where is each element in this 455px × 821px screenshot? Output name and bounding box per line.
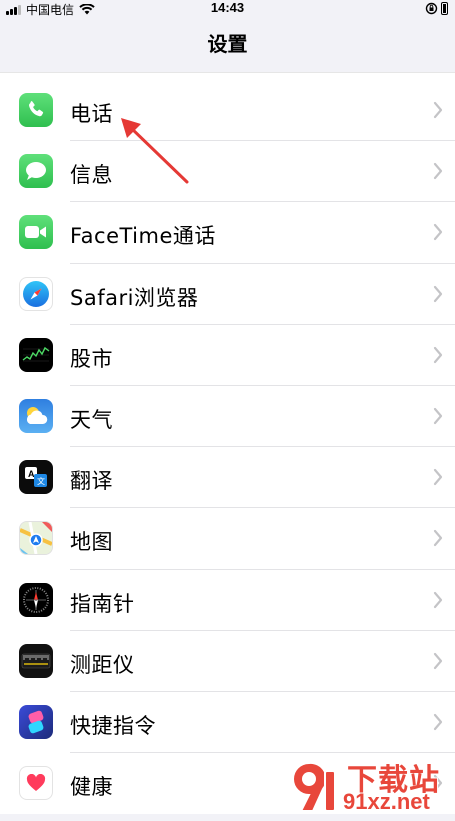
compass-icon — [19, 582, 53, 617]
chevron-right-icon — [433, 591, 443, 608]
battery-icon — [441, 2, 448, 15]
settings-item-weather[interactable]: 天气 — [0, 386, 455, 448]
chevron-right-icon — [433, 285, 443, 302]
maps-icon — [19, 521, 53, 556]
settings-item-messages[interactable]: 信息 — [0, 141, 455, 203]
settings-item-label: FaceTime通话 — [70, 224, 216, 249]
chevron-right-icon — [433, 163, 443, 180]
measure-icon — [19, 643, 53, 678]
status-time: 14:43 — [210, 0, 245, 15]
status-bar: 中国电信 14:43 — [0, 0, 455, 18]
messages-icon — [19, 154, 53, 189]
chevron-right-icon — [433, 469, 443, 486]
shortcuts-icon — [19, 704, 53, 739]
settings-item-label: 翻译 — [70, 469, 113, 494]
svg-text:A: A — [28, 469, 35, 479]
settings-item-maps[interactable]: 地图 — [0, 508, 455, 570]
svg-text:文: 文 — [37, 476, 45, 486]
safari-icon — [19, 276, 53, 311]
chevron-right-icon — [433, 407, 443, 425]
settings-item-safari[interactable]: Safari浏览器 — [0, 264, 455, 325]
settings-item-phone[interactable]: 电话 — [0, 80, 455, 142]
settings-item-label: 测距仪 — [70, 652, 135, 677]
settings-item-stocks[interactable]: 股市 — [0, 325, 455, 386]
orientation-lock-icon — [425, 2, 438, 15]
annotation-arrow-icon — [121, 118, 189, 184]
settings-item-measure[interactable]: 测距仪 — [0, 631, 455, 692]
settings-item-label: Safari浏览器 — [70, 285, 199, 310]
settings-item-label: 地图 — [70, 530, 113, 555]
settings-item-compass[interactable]: 指南针 — [0, 570, 455, 631]
settings-list: 电话 信息 FaceTime通话 Safari浏览器 股市 天气 A 文 翻译 … — [0, 72, 455, 815]
weather-icon — [19, 398, 53, 433]
health-icon — [19, 766, 53, 801]
chevron-right-icon — [433, 530, 443, 547]
phone-icon — [19, 93, 53, 127]
settings-item-label: 快捷指令 — [70, 713, 156, 738]
settings-item-label: 信息 — [70, 163, 113, 188]
translate-icon: A 文 — [19, 460, 53, 495]
chevron-right-icon — [433, 101, 443, 119]
settings-item-facetime[interactable]: FaceTime通话 — [0, 202, 455, 264]
watermark: 下载站 91xz.net — [279, 757, 451, 815]
stocks-icon — [19, 337, 53, 372]
chevron-right-icon — [433, 713, 443, 730]
settings-item-label: 健康 — [70, 775, 113, 800]
settings-item-label: 电话 — [70, 102, 113, 126]
nav-bar: 设置 — [0, 18, 455, 66]
settings-item-label: 天气 — [70, 407, 113, 432]
facetime-icon — [19, 215, 53, 250]
chevron-right-icon — [433, 346, 443, 363]
list-top-edge — [0, 72, 455, 80]
settings-item-shortcuts[interactable]: 快捷指令 — [0, 692, 455, 754]
status-right — [425, 2, 449, 15]
settings-item-translate[interactable]: A 文 翻译 — [0, 447, 455, 509]
watermark-logo-icon — [292, 761, 336, 812]
chevron-right-icon — [433, 652, 443, 669]
settings-item-label: 指南针 — [70, 591, 135, 616]
page-title: 设置 — [207, 32, 248, 56]
watermark-url: 91xz.net — [343, 789, 430, 814]
settings-item-label: 股市 — [70, 346, 113, 371]
chevron-right-icon — [433, 224, 443, 241]
